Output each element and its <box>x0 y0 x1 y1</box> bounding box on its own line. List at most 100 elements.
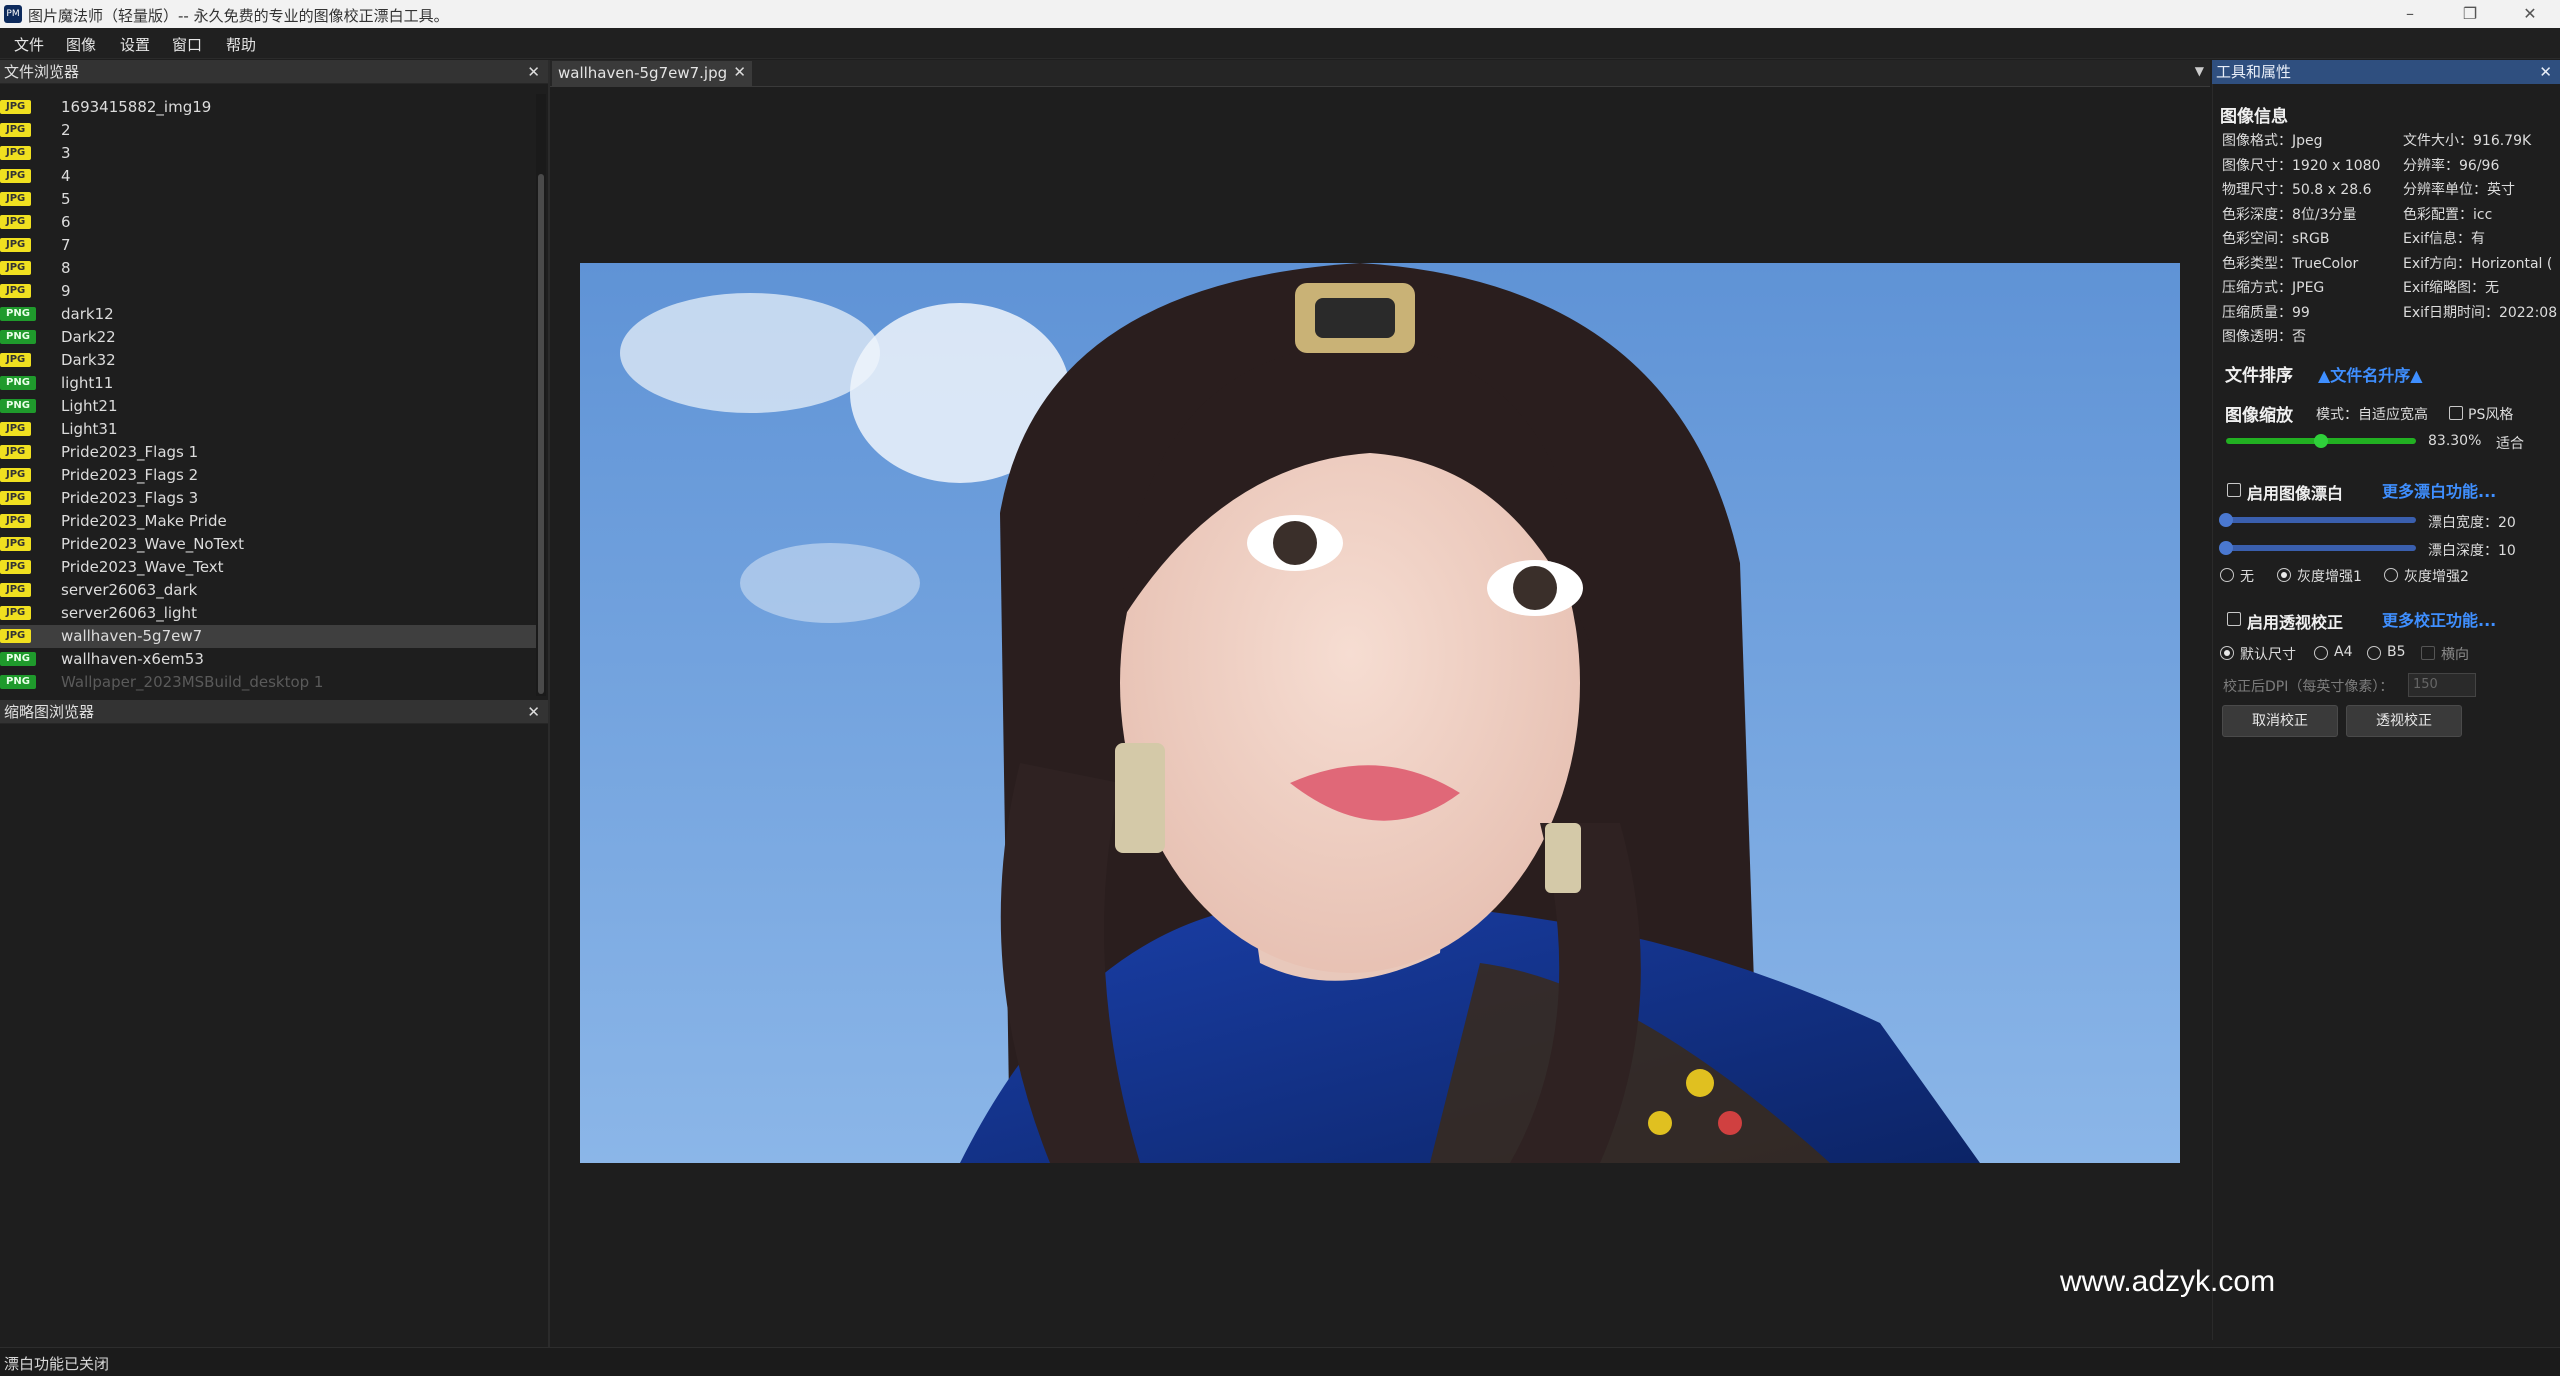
tools-panel-close-icon[interactable]: ✕ <box>2539 60 2552 84</box>
landscape-checkbox[interactable] <box>2421 646 2435 660</box>
file-type-badge: JPG <box>0 192 32 206</box>
whiten-depth-slider[interactable] <box>2226 545 2416 551</box>
file-name: Light31 <box>61 420 118 438</box>
size-default-radio[interactable] <box>2220 646 2234 660</box>
size-default-label: 默认尺寸 <box>2240 647 2296 663</box>
portrait-photo <box>580 263 2180 1163</box>
file-row[interactable]: 9 JPG <box>0 280 536 303</box>
whiten-more-link[interactable]: 更多漂白功能... <box>2382 478 2496 502</box>
file-browser-close-icon[interactable]: ✕ <box>527 60 540 84</box>
app-icon: PM <box>4 5 22 23</box>
file-row[interactable]: 1693415882_img19 JPG <box>0 96 536 119</box>
file-name: 9 <box>61 282 71 300</box>
file-row[interactable]: server26063_dark JPG <box>0 579 536 602</box>
file-row[interactable]: Pride2023_Make Pride JPG <box>0 510 536 533</box>
file-sort-dropdown[interactable]: ▲文件名升序▲ <box>2318 362 2423 386</box>
size-a4-radio[interactable] <box>2314 646 2328 660</box>
gray-enhance1-radio[interactable] <box>2277 568 2291 582</box>
file-row[interactable]: 4 JPG <box>0 165 536 188</box>
zoom-fit-label[interactable]: 适合 <box>2496 433 2524 453</box>
menu-window[interactable]: 窗口 <box>172 34 202 55</box>
file-list-scrollbar[interactable] <box>536 94 546 696</box>
whiten-width-knob[interactable] <box>2219 513 2233 527</box>
file-name: 2 <box>61 121 71 139</box>
file-type-badge: JPG <box>0 100 32 114</box>
image-preview[interactable] <box>580 263 2180 1163</box>
file-row[interactable]: dark12 PNG <box>0 303 536 326</box>
image-info-item: 图像格式：Jpeg <box>2222 133 2323 149</box>
file-row[interactable]: Pride2023_Wave_Text JPG <box>0 556 536 579</box>
menu-bar: 文件 图像 设置 窗口 帮助 <box>0 28 2560 59</box>
dpi-input[interactable]: 150 <box>2408 673 2476 697</box>
file-type-badge: JPG <box>0 353 32 367</box>
menu-file[interactable]: 文件 <box>14 34 44 55</box>
whiten-width-slider[interactable] <box>2226 517 2416 523</box>
thumb-browser-close-icon[interactable]: ✕ <box>527 700 540 724</box>
size-b5-radio[interactable] <box>2367 646 2381 660</box>
file-type-badge: PNG <box>0 330 36 344</box>
file-type-badge: PNG <box>0 675 36 689</box>
zoom-mode[interactable]: 模式：自适应宽高 <box>2316 404 2428 424</box>
file-row[interactable]: Pride2023_Wave_NoText JPG <box>0 533 536 556</box>
image-info-item: Exif缩略图：无 <box>2403 280 2499 296</box>
whiten-enable-checkbox[interactable] <box>2227 483 2241 497</box>
file-row[interactable]: light11 PNG <box>0 372 536 395</box>
file-name: Wallpaper_2023MSBuild_desktop 1 <box>61 673 324 691</box>
image-info-item: 图像尺寸：1920 x 1080 <box>2222 157 2381 174</box>
file-row[interactable]: Pride2023_Flags 1 JPG <box>0 441 536 464</box>
image-info-item: 分辨率单位：英寸 <box>2403 182 2515 198</box>
file-name: Pride2023_Make Pride <box>61 512 227 530</box>
menu-image[interactable]: 图像 <box>66 34 96 55</box>
image-info-item: 色彩深度：8位/3分量 <box>2222 206 2357 223</box>
file-row[interactable]: server26063_light JPG <box>0 602 536 625</box>
perspective-more-link[interactable]: 更多校正功能... <box>2382 607 2496 631</box>
file-row[interactable]: Dark22 PNG <box>0 326 536 349</box>
file-name: Dark32 <box>61 351 116 369</box>
file-row[interactable]: 2 JPG <box>0 119 536 142</box>
status-bar: 漂白功能已关闭 <box>0 1347 2560 1376</box>
file-row[interactable]: Light21 PNG <box>0 395 536 418</box>
tab-dropdown-icon[interactable]: ▼ <box>2195 64 2204 78</box>
file-browser-header: 文件浏览器 ✕ <box>0 60 548 84</box>
image-info-title: 图像信息 <box>2220 107 2288 127</box>
scrollbar-thumb[interactable] <box>538 174 544 694</box>
whiten-enable-label: 启用图像漂白 <box>2247 484 2344 503</box>
file-row[interactable]: Pride2023_Flags 3 JPG <box>0 487 536 510</box>
image-info-item: 压缩质量：99 <box>2222 304 2310 321</box>
file-type-badge: PNG <box>0 376 36 390</box>
close-window-button[interactable]: ✕ <box>2500 0 2560 28</box>
tools-panel-header: 工具和属性 ✕ <box>2212 60 2560 84</box>
file-row[interactable]: 6 JPG <box>0 211 536 234</box>
file-type-badge: PNG <box>0 399 36 413</box>
thumb-browser-header: 缩略图浏览器 ✕ <box>0 700 548 724</box>
file-row[interactable]: 5 JPG <box>0 188 536 211</box>
file-row[interactable]: 7 JPG <box>0 234 536 257</box>
dpi-label: 校正后DPI（每英寸像素）： <box>2223 679 2394 695</box>
cancel-correction-button[interactable]: 取消校正 <box>2222 705 2338 737</box>
gray-enhance1-label: 灰度增强1 <box>2297 569 2362 585</box>
file-row[interactable]: Wallpaper_2023MSBuild_desktop 1 PNG <box>0 671 536 694</box>
minimize-button[interactable]: – <box>2380 0 2440 28</box>
tab-close-icon[interactable]: ✕ <box>733 63 746 81</box>
file-row[interactable]: 3 JPG <box>0 142 536 165</box>
menu-help[interactable]: 帮助 <box>226 34 256 55</box>
file-row[interactable]: Dark32 JPG <box>0 349 536 372</box>
gray-none-radio[interactable] <box>2220 568 2234 582</box>
maximize-button[interactable]: ❐ <box>2440 0 2500 28</box>
file-type-badge: JPG <box>0 146 32 160</box>
whiten-depth-knob[interactable] <box>2219 541 2233 555</box>
tab-wallhaven[interactable]: wallhaven-5g7ew7.jpg ✕ <box>552 61 752 86</box>
ps-style-checkbox[interactable] <box>2449 406 2463 420</box>
file-row[interactable]: wallhaven-x6em53 PNG <box>0 648 536 671</box>
file-row[interactable]: 8 JPG <box>0 257 536 280</box>
file-name: 6 <box>61 213 71 231</box>
menu-settings[interactable]: 设置 <box>120 34 150 55</box>
file-row[interactable]: Light31 JPG <box>0 418 536 441</box>
perspective-correction-button[interactable]: 透视校正 <box>2346 705 2462 737</box>
perspective-enable-checkbox[interactable] <box>2227 612 2241 626</box>
file-type-badge: JPG <box>0 123 32 137</box>
file-row[interactable]: wallhaven-5g7ew7 JPG <box>0 625 536 648</box>
zoom-slider-knob[interactable] <box>2314 434 2328 448</box>
gray-enhance2-radio[interactable] <box>2384 568 2398 582</box>
file-row[interactable]: Pride2023_Flags 2 JPG <box>0 464 536 487</box>
